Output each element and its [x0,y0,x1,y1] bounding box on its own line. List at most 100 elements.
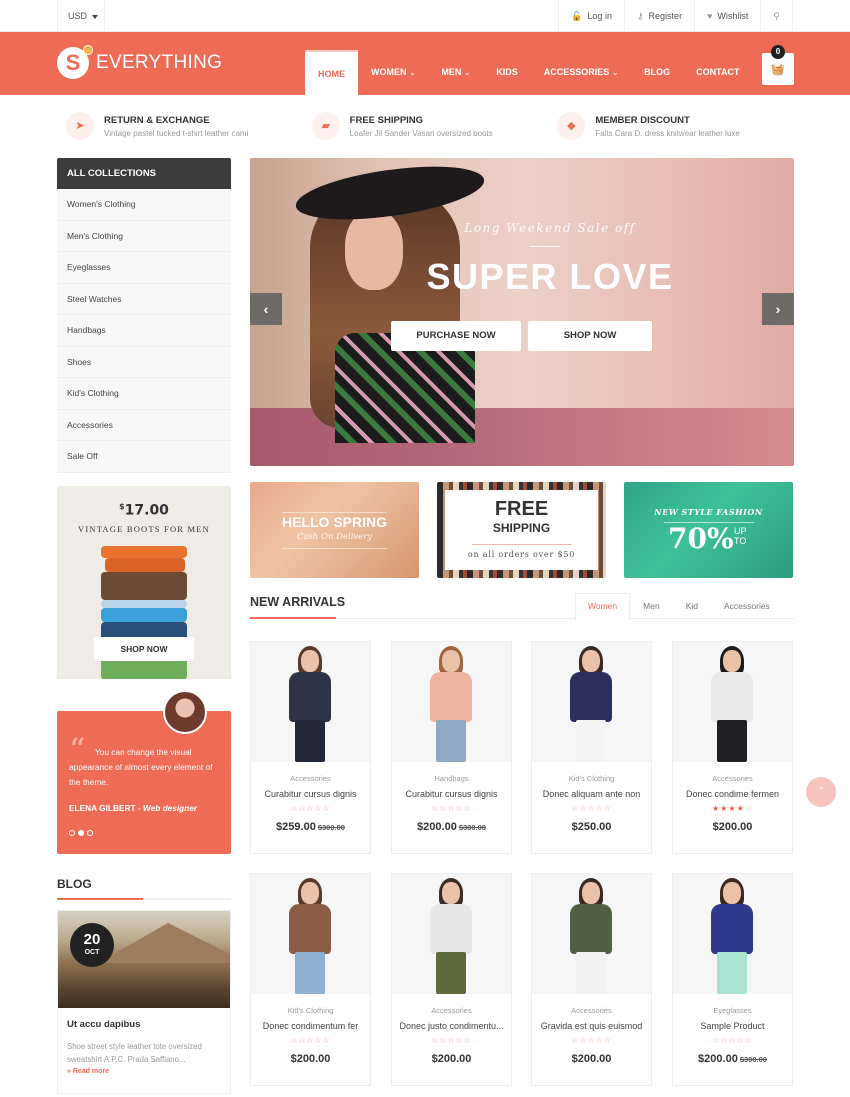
product-image[interactable] [532,874,651,994]
product-category[interactable]: Handbags [392,774,511,783]
mountain-shape [98,923,230,963]
price-value: 17.00 [124,502,169,519]
banner-panel: FREE SHIPPING on all orders over $50 [445,490,598,570]
blog-post-title[interactable]: Ut accu dapibus [67,1019,230,1030]
product-name[interactable]: Gravida est quis euismod [532,1021,651,1031]
banner-title: NEW STYLE FASHION [654,507,763,517]
product-category[interactable]: Kid's Clothing [532,774,651,783]
register-link[interactable]: ⚷ Register [623,0,694,32]
product-name[interactable]: Donec condime fermen [673,789,792,799]
product-card[interactable]: Accessories Donec justo condimentu... ☆☆☆☆… [391,873,512,1086]
product-name[interactable]: Donec condimentum fer [251,1021,370,1031]
tab-men[interactable]: Men [630,593,673,621]
pager-dot[interactable] [69,830,75,836]
nav-kids[interactable]: KIDS [483,50,531,95]
back-to-top-button[interactable]: ⌃ [806,777,836,807]
product-image[interactable] [673,642,792,762]
collection-item[interactable]: Accessories [57,409,231,441]
slider-prev-icon[interactable]: ‹ [250,293,282,325]
promo-banner-boots[interactable]: $17.00 VINTAGE BOOTS FOR MEN SHOP NOW [57,486,231,679]
product-category[interactable]: Kid's Clothing [251,1006,370,1015]
product-category[interactable]: Accessories [251,774,370,783]
collection-item[interactable]: Steel Watches [57,283,231,315]
blog-day: 20 [83,931,101,948]
product-card[interactable]: Accessories Curabitur cursus dignis ☆☆☆☆☆ $… [250,641,371,854]
star-empty-icon: ☆ [322,804,331,813]
pager-dot[interactable] [87,830,93,836]
chevron-down-icon: ⌄ [464,70,471,77]
pager-dot-active[interactable] [78,830,84,836]
product-category[interactable]: Accessories [532,1006,651,1015]
banner-hello-spring[interactable]: HELLO SPRING Cash On Delivery [250,482,419,578]
slider-next-icon[interactable]: › [762,293,794,325]
product-card[interactable]: Handbags Curabitur cursus dignis ☆☆☆☆☆ $200… [391,641,512,854]
product-category[interactable]: Accessories [392,1006,511,1015]
tab-women[interactable]: Women [575,593,631,621]
chevron-down-icon: ⌄ [409,70,416,77]
purchase-now-button[interactable]: PURCHASE NOW [391,321,521,351]
collections-menu: ALL COLLECTIONS Women's Clothing Men's C… [57,158,231,473]
star-empty-icon: ☆ [571,1036,580,1045]
shop-now-button[interactable]: SHOP NOW [528,321,652,351]
product-image[interactable] [251,642,370,762]
login-link[interactable]: 🔓 Log in [558,0,624,32]
tab-kid[interactable]: Kid [673,593,711,621]
currency-selector[interactable]: USD [57,0,105,32]
product-name[interactable]: Curabitur cursus dignis [392,789,511,799]
cart-button[interactable]: 🧺 0 [762,45,794,85]
current-price: $200.00 [290,1053,331,1065]
product-name[interactable]: Sample Product [673,1021,792,1031]
product-card[interactable]: Eyeglasses Sample Product ☆☆☆☆☆ $200.00 $300… [672,873,793,1086]
banner-free-shipping[interactable]: FREE SHIPPING on all orders over $50 [437,482,606,578]
nav-home[interactable]: HOME [305,50,358,95]
nav-blog[interactable]: BLOG [631,50,683,95]
product-image[interactable] [673,874,792,994]
star-rating: ★★★★☆ [673,804,792,813]
product-card[interactable]: Kid's Clothing Donec condimentum fer ☆☆☆☆☆… [250,873,371,1086]
feature-subtitle: Falts Cara D. dress knitwear leather lux… [595,128,740,138]
nav-contact[interactable]: CONTACT [683,50,752,95]
model-top [430,904,472,954]
nav-women[interactable]: WOMEN ⌄ [358,50,428,95]
nav-label: BLOG [644,67,671,77]
tab-accessories[interactable]: Accessories [711,593,783,621]
banner-new-style[interactable]: NEW STYLE FASHION 70% UP TO [624,482,793,578]
collection-item[interactable]: Kid's Clothing [57,378,231,410]
product-image[interactable] [532,642,651,762]
hero-slider: Long Weekend Sale off SUPER LOVE PURCHAS… [250,158,794,466]
nav-accessories[interactable]: ACCESSORIES ⌄ [531,50,631,95]
site-logo[interactable]: S EVERYTHING [57,45,222,79]
product-name[interactable]: Donec justo condimentu... [392,1021,511,1031]
product-category[interactable]: Accessories [673,774,792,783]
product-card[interactable]: Accessories Donec condime fermen ★★★★☆ $200… [672,641,793,854]
collection-item[interactable]: Shoes [57,346,231,378]
nav-men[interactable]: MEN ⌄ [428,50,483,95]
product-image[interactable] [392,874,511,994]
product-price: $259.00 $300.00 [251,821,370,833]
collection-item[interactable]: Eyeglasses [57,252,231,284]
wishlist-link[interactable]: ♥ Wishlist [694,0,760,32]
collection-item[interactable]: Sale Off [57,441,231,473]
product-image[interactable] [392,642,511,762]
product-category[interactable]: Eyeglasses [673,1006,792,1015]
collection-item[interactable]: Handbags [57,315,231,347]
star-rating: ☆☆☆☆☆ [251,1036,370,1045]
star-empty-icon: ☆ [290,804,299,813]
slide-subtitle: Long Weekend Sale off [464,221,636,235]
clothes-stack-image [101,658,187,679]
model-head [582,650,600,672]
product-card[interactable]: Accessories Gravida est quis euismod ☆☆☆☆☆… [531,873,652,1086]
product-name[interactable]: Donec aliquam ante non [532,789,651,799]
product-card[interactable]: Kid's Clothing Donec aliquam ante non ☆☆☆☆… [531,641,652,854]
collection-item[interactable]: Men's Clothing [57,220,231,252]
blog-post-image[interactable]: 20 OCT [58,911,230,1008]
read-more-link[interactable]: » Read more [67,1068,230,1075]
collection-item[interactable]: Women's Clothing [57,189,231,221]
blog-post-card[interactable]: 20 OCT Ut accu dapibus Shoe street style… [57,910,231,1094]
product-name[interactable]: Curabitur cursus dignis [251,789,370,799]
star-empty-icon: ☆ [595,804,604,813]
promo-shop-now-button[interactable]: SHOP NOW [94,637,194,661]
search-button[interactable]: ⚲ [760,0,793,32]
product-image[interactable] [251,874,370,994]
up-label: UP [734,526,747,536]
